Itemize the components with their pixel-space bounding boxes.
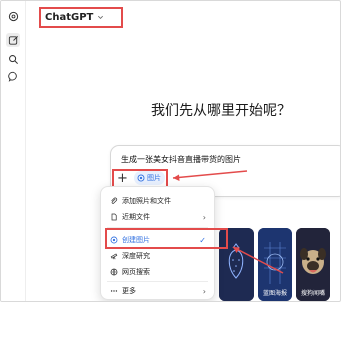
document-icon [109, 213, 118, 222]
image-tool-chip[interactable]: 图片 [134, 171, 165, 185]
openai-logo-icon[interactable] [6, 9, 20, 23]
menu-item-label: 近期文件 [122, 213, 150, 221]
paperclip-icon [109, 197, 118, 206]
menu-item-web-search[interactable]: 网页搜索 [105, 264, 210, 280]
telescope-icon [109, 252, 118, 261]
page-headline: 我们先从哪里开始呢？ [151, 103, 291, 119]
thumbnail-label: 搜狗闻嘴 [300, 290, 325, 297]
menu-item-add-files[interactable]: 添加照片和文件 [105, 193, 210, 209]
create-image-highlight-box [105, 228, 228, 249]
model-name: ChatGPT [45, 12, 94, 23]
thumbnail-label: 蓝图海报 [262, 290, 287, 297]
chat-bubble-icon[interactable] [6, 69, 20, 83]
menu-item-label: 更多 [122, 287, 136, 295]
image-create-icon [137, 174, 145, 182]
menu-item-label: 添加照片和文件 [122, 197, 171, 205]
search-icon[interactable] [6, 52, 20, 66]
menu-divider [107, 281, 208, 282]
new-chat-icon[interactable] [6, 33, 20, 47]
plus-button[interactable]: + [115, 171, 130, 186]
menu-item-label: 深度研究 [122, 252, 150, 260]
gallery-thumbnail[interactable]: 蓝图海报 [258, 228, 292, 301]
menu-item-recent-files[interactable]: 近期文件 › [105, 209, 210, 225]
globe-icon [109, 268, 118, 277]
app-window: ChatGPT 我们先从哪里开始呢？ 生成一张美女抖音直播带货的图片 + 图片 … [0, 0, 341, 302]
chevron-down-icon [98, 15, 104, 19]
menu-item-more[interactable]: 更多 › [105, 283, 210, 299]
gallery-thumbnail[interactable]: 搜狗闻嘴 [296, 228, 330, 301]
menu-item-label: 网页搜索 [122, 268, 150, 276]
more-icon [109, 287, 118, 296]
composer-input[interactable]: 生成一张美女抖音直播带货的图片 [121, 154, 241, 165]
menu-item-deep-research[interactable]: 深度研究 [105, 248, 210, 264]
sidebar [1, 1, 26, 301]
chevron-right-icon: › [202, 286, 206, 296]
image-tool-chip-label: 图片 [147, 174, 161, 182]
chevron-right-icon: › [202, 212, 206, 222]
model-selector[interactable]: ChatGPT [39, 7, 123, 28]
